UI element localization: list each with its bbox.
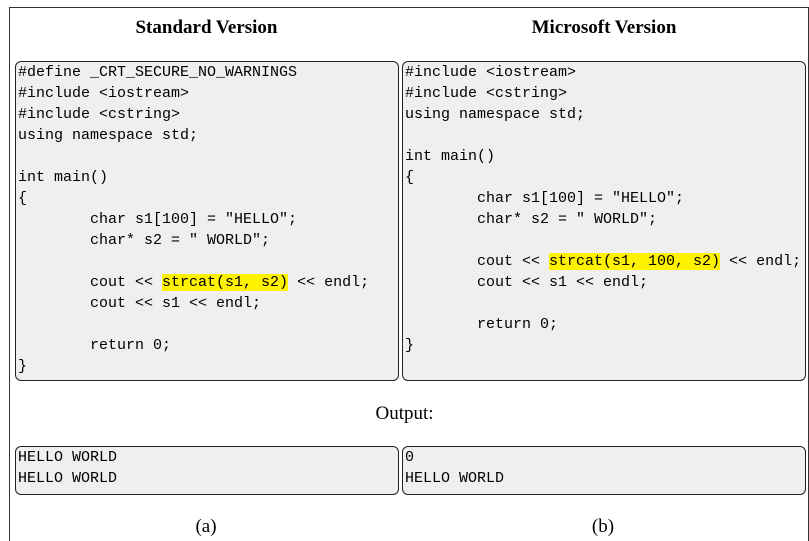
code-line: int main() [18,169,109,186]
standard-version-heading: Standard Version [135,17,278,38]
code-line: cout << s1 << endl; [405,274,649,291]
output-line: HELLO WORLD [18,470,118,487]
code-line: } [405,337,415,354]
code-line: using namespace std; [405,106,586,123]
highlighted-strcat-call: strcat(s1, 100, s2) [549,253,721,270]
microsoft-version-heading: Microsoft Version [531,17,677,38]
output-line: 0 [405,449,415,466]
code-line: using namespace std; [18,127,199,144]
code-line: { [18,190,28,207]
code-line: cout << s1 << endl; [18,295,262,312]
code-line: char s1[100] = "HELLO"; [405,190,685,207]
code-line: } [18,358,28,375]
code-line: return 0; [18,337,172,354]
output-label: Output: [375,403,434,424]
code-line: int main() [405,148,496,165]
standard-output-panel: HELLO WORLD HELLO WORLD [15,446,399,495]
code-line: { [405,169,415,186]
code-line: cout << strcat(s1, s2) << endl; [18,274,370,291]
output-line: HELLO WORLD [18,449,118,466]
code-line: char* s2 = " WORLD"; [18,232,271,249]
code-line: cout << strcat(s1, 100, s2) << endl; [405,253,802,270]
code-line: char* s2 = " WORLD"; [405,211,658,228]
code-line: #include <iostream> [405,64,577,81]
microsoft-output-panel: 0 HELLO WORLD [402,446,806,495]
highlighted-strcat-call: strcat(s1, s2) [162,274,289,291]
caption-a: (a) [195,516,217,537]
code-line: #include <iostream> [18,85,190,102]
code-line: #include <cstring> [405,85,568,102]
code-line: #include <cstring> [18,106,181,123]
caption-b: (b) [591,516,615,537]
code-line: return 0; [405,316,559,333]
code-line: #define _CRT_SECURE_NO_WARNINGS [18,64,298,81]
code-line: char s1[100] = "HELLO"; [18,211,298,228]
output-line: HELLO WORLD [405,470,505,487]
microsoft-code-panel: #include <iostream> #include <cstring> usi… [402,61,806,381]
standard-code-panel: #define _CRT_SECURE_NO_WARNINGS #include … [15,61,399,381]
